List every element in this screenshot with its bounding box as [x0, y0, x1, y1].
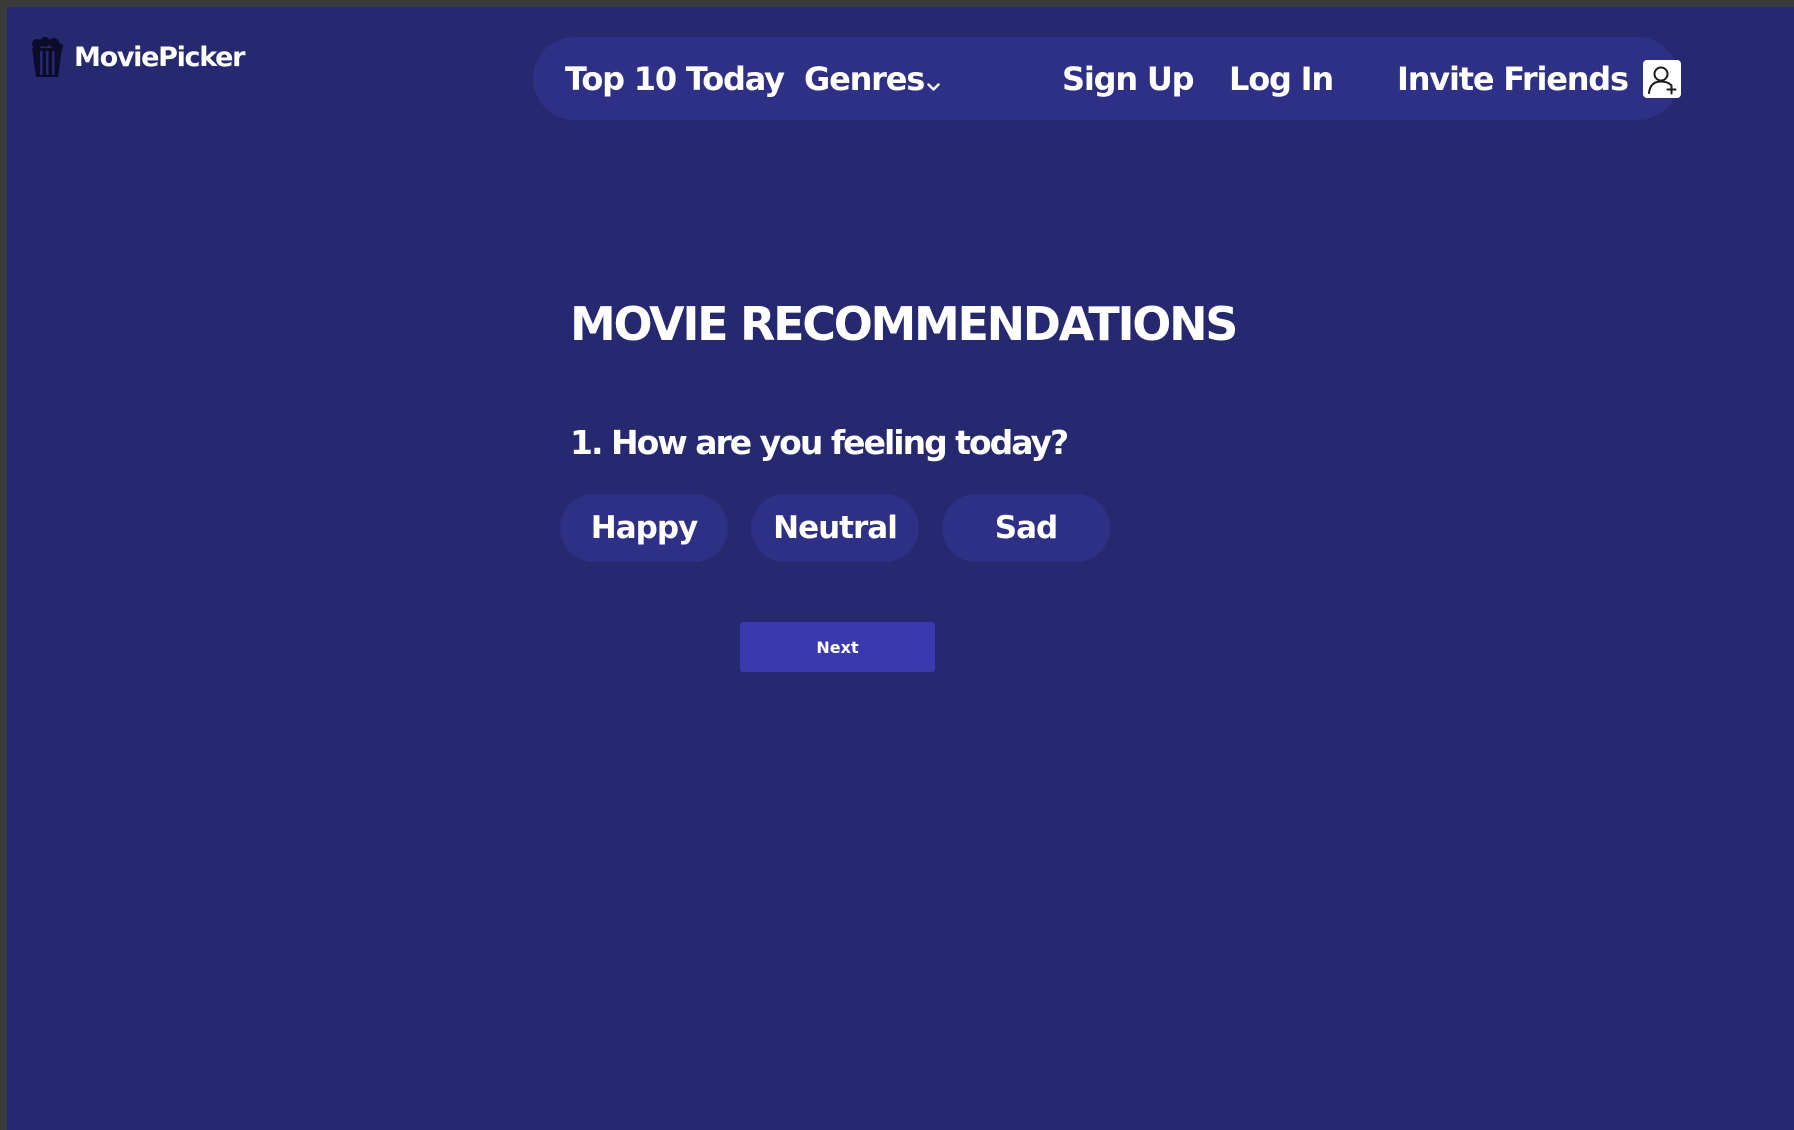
add-user-icon	[1642, 59, 1681, 98]
nav-genres-dropdown[interactable]: Genres	[804, 37, 940, 120]
next-button[interactable]: Next	[740, 622, 935, 672]
nav-sign-up[interactable]: Sign Up	[1062, 37, 1195, 120]
nav-label: Genres	[804, 59, 925, 98]
popcorn-icon	[30, 37, 64, 77]
option-sad-button[interactable]: Sad	[942, 494, 1110, 562]
page-title: MOVIE RECOMMENDATIONS	[570, 297, 1238, 351]
option-neutral-button[interactable]: Neutral	[751, 494, 919, 562]
nav-top-10-today[interactable]: Top 10 Today	[565, 37, 785, 120]
nav-label: Invite Friends	[1397, 59, 1629, 98]
nav-label: Sign Up	[1062, 59, 1195, 98]
top-nav: Top 10 Today Genres Sign Up Log In Invit…	[533, 37, 1681, 120]
nav-label: Log In	[1229, 59, 1334, 98]
nav-log-in[interactable]: Log In	[1229, 37, 1334, 120]
nav-invite-friends[interactable]: Invite Friends	[1397, 37, 1681, 120]
app-window: MoviePicker Top 10 Today Genres Sign Up …	[7, 7, 1794, 1130]
nav-label: Top 10 Today	[565, 59, 785, 98]
logo-text: MoviePicker	[74, 41, 246, 73]
chevron-down-icon	[927, 62, 940, 100]
logo[interactable]: MoviePicker	[30, 37, 246, 77]
question-text: 1. How are you feeling today?	[570, 423, 1069, 462]
option-happy-button[interactable]: Happy	[560, 494, 728, 562]
